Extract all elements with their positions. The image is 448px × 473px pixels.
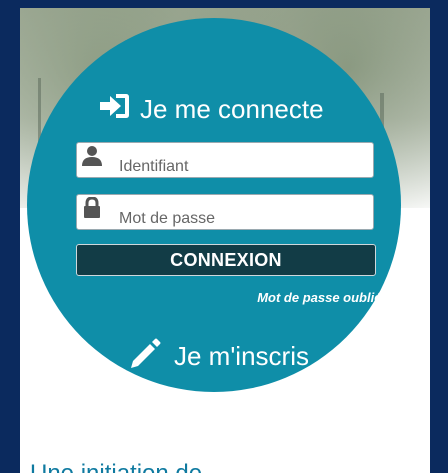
login-heading: Je me connecte — [98, 93, 324, 125]
sign-in-icon — [98, 93, 140, 126]
page-frame: Je me connecte CONNEXION Mot de passe ou… — [0, 0, 448, 473]
login-title: Je me connecte — [140, 93, 324, 124]
password-field[interactable] — [76, 194, 374, 230]
lock-icon — [77, 195, 107, 229]
footer-partial-text: Une initiation de — [30, 460, 202, 473]
register-link[interactable]: Je m'inscris — [128, 338, 309, 374]
pencil-icon — [128, 336, 174, 377]
username-field[interactable] — [76, 142, 374, 178]
connexion-button[interactable]: CONNEXION — [76, 244, 376, 276]
password-input[interactable] — [119, 210, 369, 228]
forgot-password-link[interactable]: Mot de passe oublié ? — [257, 290, 393, 305]
user-icon — [77, 143, 107, 177]
register-title: Je m'inscris — [174, 340, 309, 371]
username-input[interactable] — [119, 158, 369, 176]
